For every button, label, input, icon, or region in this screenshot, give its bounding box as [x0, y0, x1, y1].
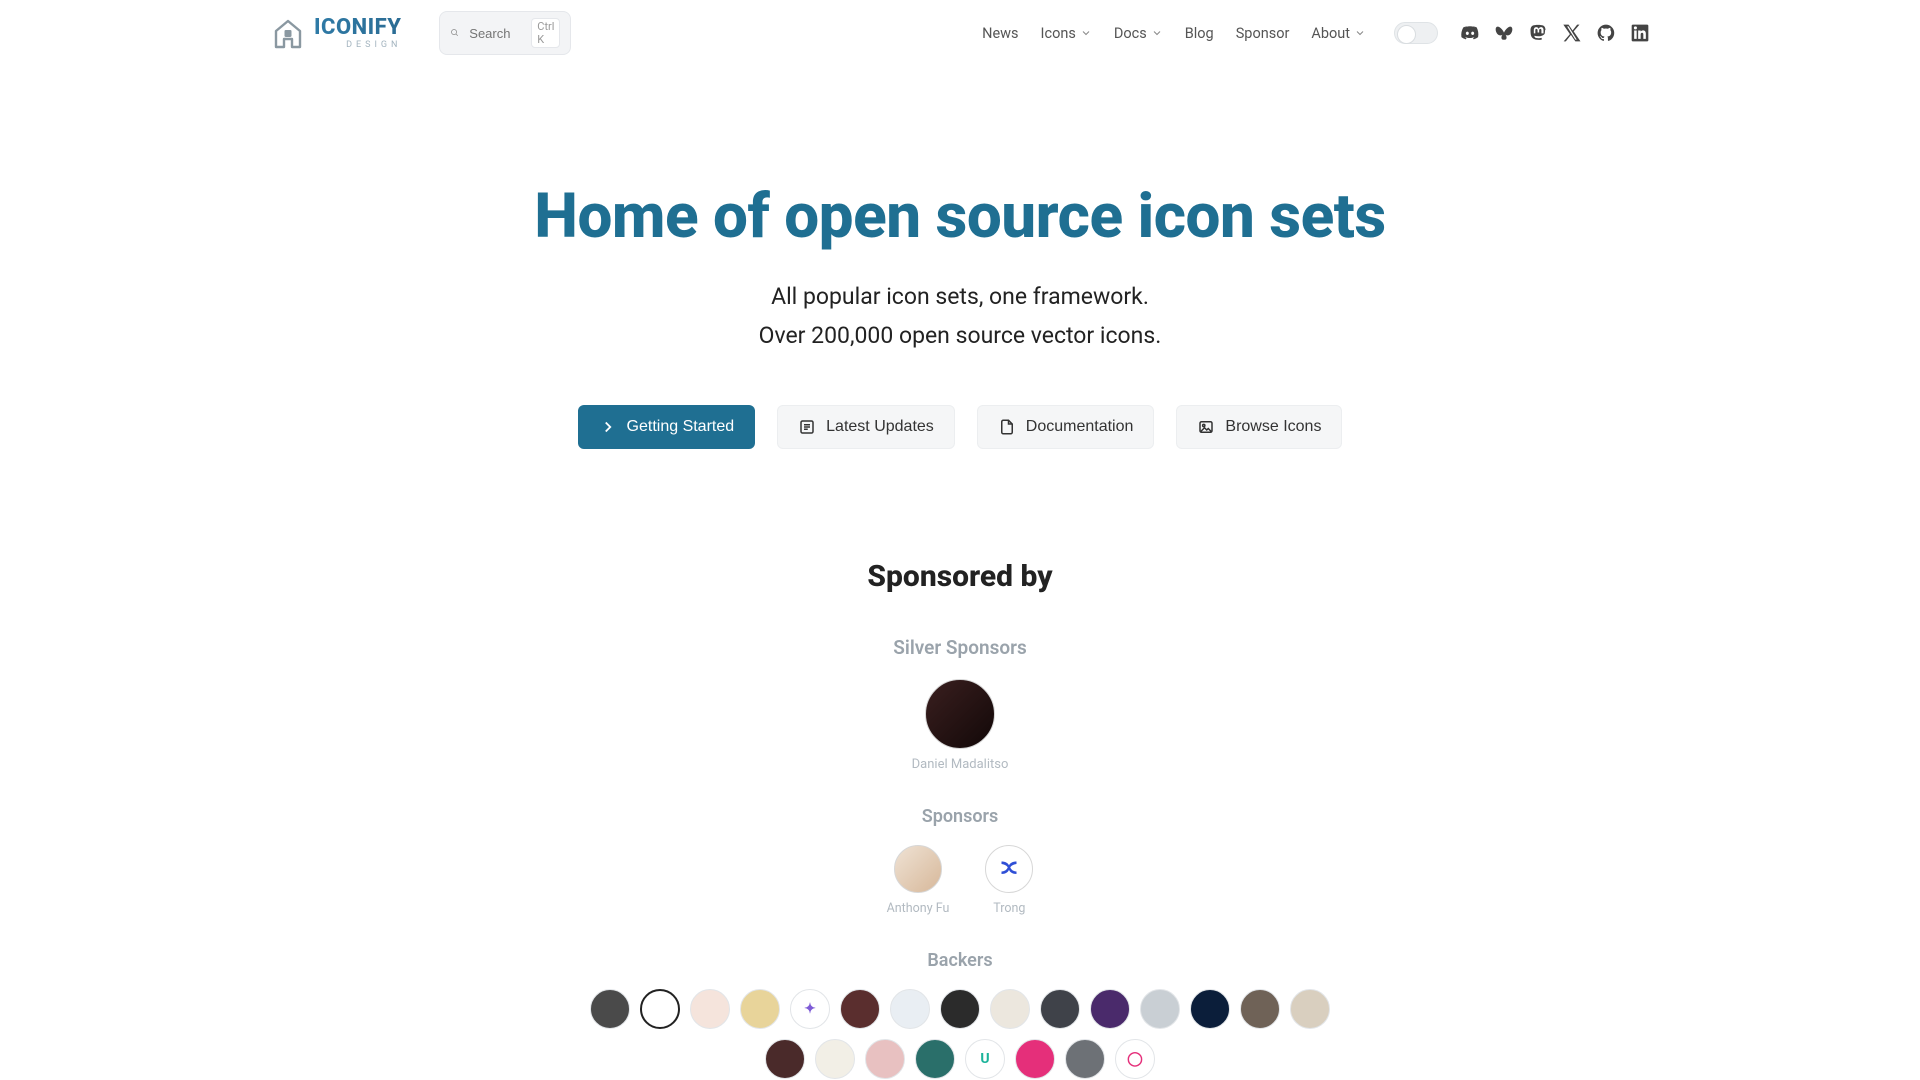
backer-avatar[interactable]: [815, 1039, 855, 1079]
cta-row: Getting Started Latest Updates Documenta…: [270, 405, 1650, 449]
file-icon: [998, 418, 1016, 436]
backer-avatar[interactable]: [1240, 989, 1280, 1029]
documentation-label: Documentation: [1026, 418, 1134, 436]
nav-docs-label: Docs: [1114, 25, 1147, 42]
sponsors-row: Anthony Fu Trong: [270, 845, 1650, 916]
backer-avatar[interactable]: [1290, 989, 1330, 1029]
backer-avatar[interactable]: [840, 989, 880, 1029]
nav-icons-label: Icons: [1041, 25, 1076, 42]
backer-avatar[interactable]: [640, 989, 680, 1029]
theme-toggle[interactable]: [1394, 22, 1438, 44]
hero-sub1: All popular icon sets, one framework.: [270, 283, 1650, 310]
backer-avatar[interactable]: [990, 989, 1030, 1029]
chevron-right-icon: [599, 418, 617, 436]
backer-avatar[interactable]: [740, 989, 780, 1029]
search-icon: [450, 26, 459, 40]
backer-avatar[interactable]: ◯: [1115, 1039, 1155, 1079]
latest-updates-button[interactable]: Latest Updates: [777, 405, 955, 449]
silver-sponsor-avatar[interactable]: [925, 679, 995, 749]
search-input[interactable]: [469, 26, 521, 41]
documentation-button[interactable]: Documentation: [977, 405, 1155, 449]
nav-blog[interactable]: Blog: [1185, 25, 1214, 42]
logo-text-main: iCONiFY: [314, 17, 401, 39]
mastodon-icon[interactable]: [1528, 23, 1548, 43]
sponsor-name: Anthony Fu: [887, 901, 950, 916]
logo-text-sub: DESIGN: [314, 41, 401, 50]
backer-avatar[interactable]: [1190, 989, 1230, 1029]
backer-avatar[interactable]: [890, 989, 930, 1029]
hero-sub2: Over 200,000 open source vector icons.: [270, 322, 1650, 349]
nav-sponsor[interactable]: Sponsor: [1236, 25, 1290, 42]
hero: Home of open source icon sets All popula…: [270, 180, 1650, 449]
browse-icons-label: Browse Icons: [1225, 418, 1321, 436]
backer-avatar[interactable]: [1090, 989, 1130, 1029]
social-links: [1460, 23, 1650, 43]
linkedin-icon[interactable]: [1630, 23, 1650, 43]
silver-sponsor-name: Daniel Madalitso: [912, 757, 1009, 772]
butterfly-icon[interactable]: [1494, 23, 1514, 43]
image-icon: [1197, 418, 1215, 436]
search-box[interactable]: Ctrl K: [439, 11, 571, 55]
nav-about[interactable]: About: [1311, 25, 1366, 42]
nav-news[interactable]: News: [982, 25, 1018, 42]
backer-avatar[interactable]: [1015, 1039, 1055, 1079]
logo[interactable]: iCONiFY DESIGN: [270, 15, 401, 51]
silver-sponsor: Daniel Madalitso: [270, 679, 1650, 772]
backer-avatar[interactable]: [1140, 989, 1180, 1029]
sponsor-avatar[interactable]: [894, 845, 942, 893]
backers-label: Backers: [270, 950, 1650, 971]
logo-text: iCONiFY DESIGN: [314, 17, 401, 50]
discord-icon[interactable]: [1460, 23, 1480, 43]
sponsors-section: Sponsored by Silver Sponsors Daniel Mada…: [270, 559, 1650, 1079]
backer-avatar[interactable]: [1065, 1039, 1105, 1079]
chevron-down-icon: [1354, 27, 1366, 39]
github-icon[interactable]: [1596, 23, 1616, 43]
getting-started-label: Getting Started: [627, 418, 735, 436]
search-kbd: Ctrl K: [531, 18, 560, 48]
logo-mark-icon: [270, 15, 306, 51]
backer-avatar[interactable]: ✦: [790, 989, 830, 1029]
page-title: Home of open source icon sets: [270, 180, 1650, 253]
nav-docs[interactable]: Docs: [1114, 25, 1163, 42]
main-nav: News Icons Docs Blog Sponsor About: [982, 25, 1366, 42]
silver-sponsors-label: Silver Sponsors: [270, 636, 1650, 659]
backers-line: ✦: [590, 989, 1330, 1029]
getting-started-button[interactable]: Getting Started: [578, 405, 756, 449]
backers-line: U◯: [765, 1039, 1155, 1079]
chevron-down-icon: [1080, 27, 1092, 39]
backer-avatar[interactable]: [590, 989, 630, 1029]
backer-avatar[interactable]: [1040, 989, 1080, 1029]
backer-avatar[interactable]: [915, 1039, 955, 1079]
sponsor-name: Trong: [993, 901, 1025, 916]
sponsors-heading: Sponsored by: [270, 559, 1650, 594]
backer-avatar[interactable]: U: [965, 1039, 1005, 1079]
backer-avatar[interactable]: [765, 1039, 805, 1079]
nav-icons[interactable]: Icons: [1041, 25, 1092, 42]
header: iCONiFY DESIGN Ctrl K News Icons: [270, 6, 1650, 60]
browse-icons-button[interactable]: Browse Icons: [1176, 405, 1342, 449]
x-icon[interactable]: [1562, 23, 1582, 43]
sponsor-item: Anthony Fu: [887, 845, 950, 916]
sponsor-item: Trong: [985, 845, 1033, 916]
sponsor-avatar[interactable]: [985, 845, 1033, 893]
nav-about-label: About: [1311, 25, 1350, 42]
sponsors-label: Sponsors: [270, 806, 1650, 827]
latest-updates-label: Latest Updates: [826, 418, 934, 436]
backers-grid: ✦ U◯: [270, 989, 1650, 1079]
backer-avatar[interactable]: [865, 1039, 905, 1079]
backer-avatar[interactable]: [690, 989, 730, 1029]
backer-avatar[interactable]: [940, 989, 980, 1029]
chevron-down-icon: [1151, 27, 1163, 39]
list-icon: [798, 418, 816, 436]
